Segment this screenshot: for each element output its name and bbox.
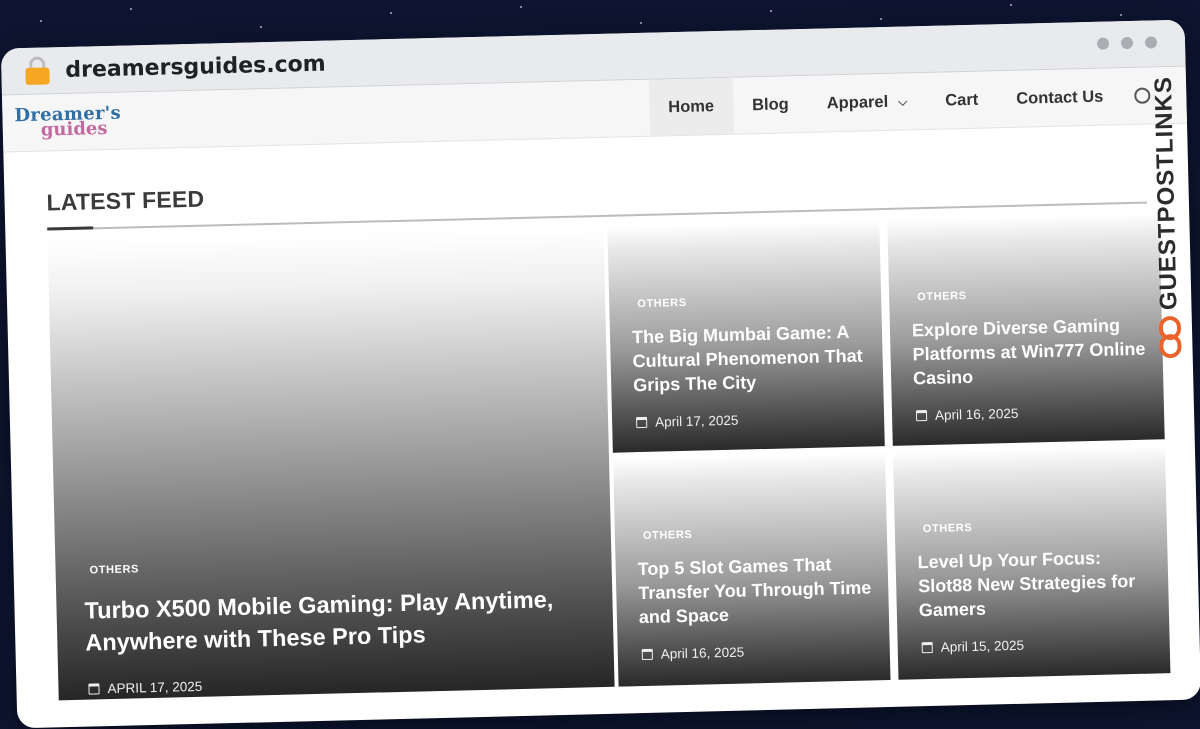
post-card[interactable]: OTHERS Explore Diverse Gaming Platforms …: [887, 213, 1165, 446]
post-meta: April 16, 2025: [640, 642, 874, 663]
nav-cart[interactable]: Cart: [926, 71, 998, 129]
main-nav: Home Blog Apparel ⌵ Cart Contact Us: [648, 67, 1151, 136]
section-title: LATEST FEED: [46, 185, 205, 216]
chevron-down-icon: ⌵: [897, 93, 908, 109]
post-date: APRIL 17, 2025: [107, 678, 203, 696]
post-category[interactable]: OTHERS: [643, 524, 871, 542]
post-meta: April 17, 2025: [634, 410, 868, 431]
window-dot[interactable]: [1120, 36, 1134, 50]
calendar-icon: [915, 410, 928, 422]
nav-apparel[interactable]: Apparel ⌵: [807, 73, 927, 132]
post-date: April 15, 2025: [940, 637, 1025, 656]
nav-label: Home: [668, 96, 715, 116]
window-dot[interactable]: [1096, 37, 1110, 50]
post-date: April 17, 2025: [654, 412, 739, 430]
featured-post-card[interactable]: OTHERS Turbo X500 Mobile Gaming: Play An…: [47, 226, 615, 701]
url-text[interactable]: dreamersguides.com: [65, 51, 326, 82]
post-title[interactable]: Top 5 Slot Games That Transfer You Throu…: [637, 552, 873, 629]
post-title[interactable]: Level Up Your Focus: Slot88 New Strategi…: [917, 546, 1153, 623]
nav-label: Blog: [751, 94, 789, 114]
post-category[interactable]: OTHERS: [923, 518, 1151, 535]
site-logo[interactable]: Dreamer's guides: [14, 103, 175, 141]
window-controls: [1096, 36, 1158, 50]
post-meta: APRIL 17, 2025: [86, 669, 598, 697]
post-card[interactable]: OTHERS Top 5 Slot Games That Transfer Yo…: [613, 452, 891, 687]
lock-icon: [25, 56, 50, 85]
nav-label: Cart: [945, 90, 979, 109]
post-category[interactable]: OTHERS: [917, 286, 1145, 303]
nav-label: Contact Us: [1016, 87, 1104, 108]
watermark-text: GUESTPOSTLINKS: [1149, 75, 1183, 311]
main-content: LATEST FEED OTHERS Turbo X500 Mobile Gam…: [3, 124, 1200, 702]
window-dot[interactable]: [1144, 36, 1158, 49]
link-icon: [1157, 315, 1184, 365]
browser-window: dreamersguides.com Dreamer's guides Home…: [0, 19, 1200, 729]
post-card[interactable]: OTHERS Level Up Your Focus: Slot88 New S…: [892, 445, 1171, 680]
calendar-icon: [921, 642, 933, 654]
post-category[interactable]: OTHERS: [89, 552, 595, 576]
post-title[interactable]: Explore Diverse Gaming Platforms at Win7…: [912, 314, 1148, 391]
post-title[interactable]: The Big Mumbai Game: A Cultural Phenomen…: [632, 321, 868, 398]
nav-blog[interactable]: Blog: [732, 76, 808, 134]
post-meta: April 15, 2025: [920, 635, 1154, 656]
calendar-icon: [88, 683, 100, 695]
watermark-badge: GUESTPOSTLINKS: [1142, 76, 1193, 377]
nav-home[interactable]: Home: [648, 77, 734, 136]
post-date: April 16, 2025: [934, 406, 1019, 424]
nav-label: Apparel: [826, 92, 889, 112]
nav-contact-us[interactable]: Contact Us: [997, 68, 1123, 127]
post-meta: April 16, 2025: [914, 403, 1148, 424]
feed-grid: OTHERS Turbo X500 Mobile Gaming: Play An…: [47, 213, 1171, 701]
post-category[interactable]: OTHERS: [637, 293, 865, 310]
post-title[interactable]: Turbo X500 Mobile Gaming: Play Anytime, …: [84, 582, 597, 659]
post-card[interactable]: OTHERS The Big Mumbai Game: A Cultural P…: [607, 220, 885, 453]
calendar-icon: [636, 417, 648, 429]
calendar-icon: [641, 649, 653, 661]
post-date: April 16, 2025: [660, 644, 745, 662]
